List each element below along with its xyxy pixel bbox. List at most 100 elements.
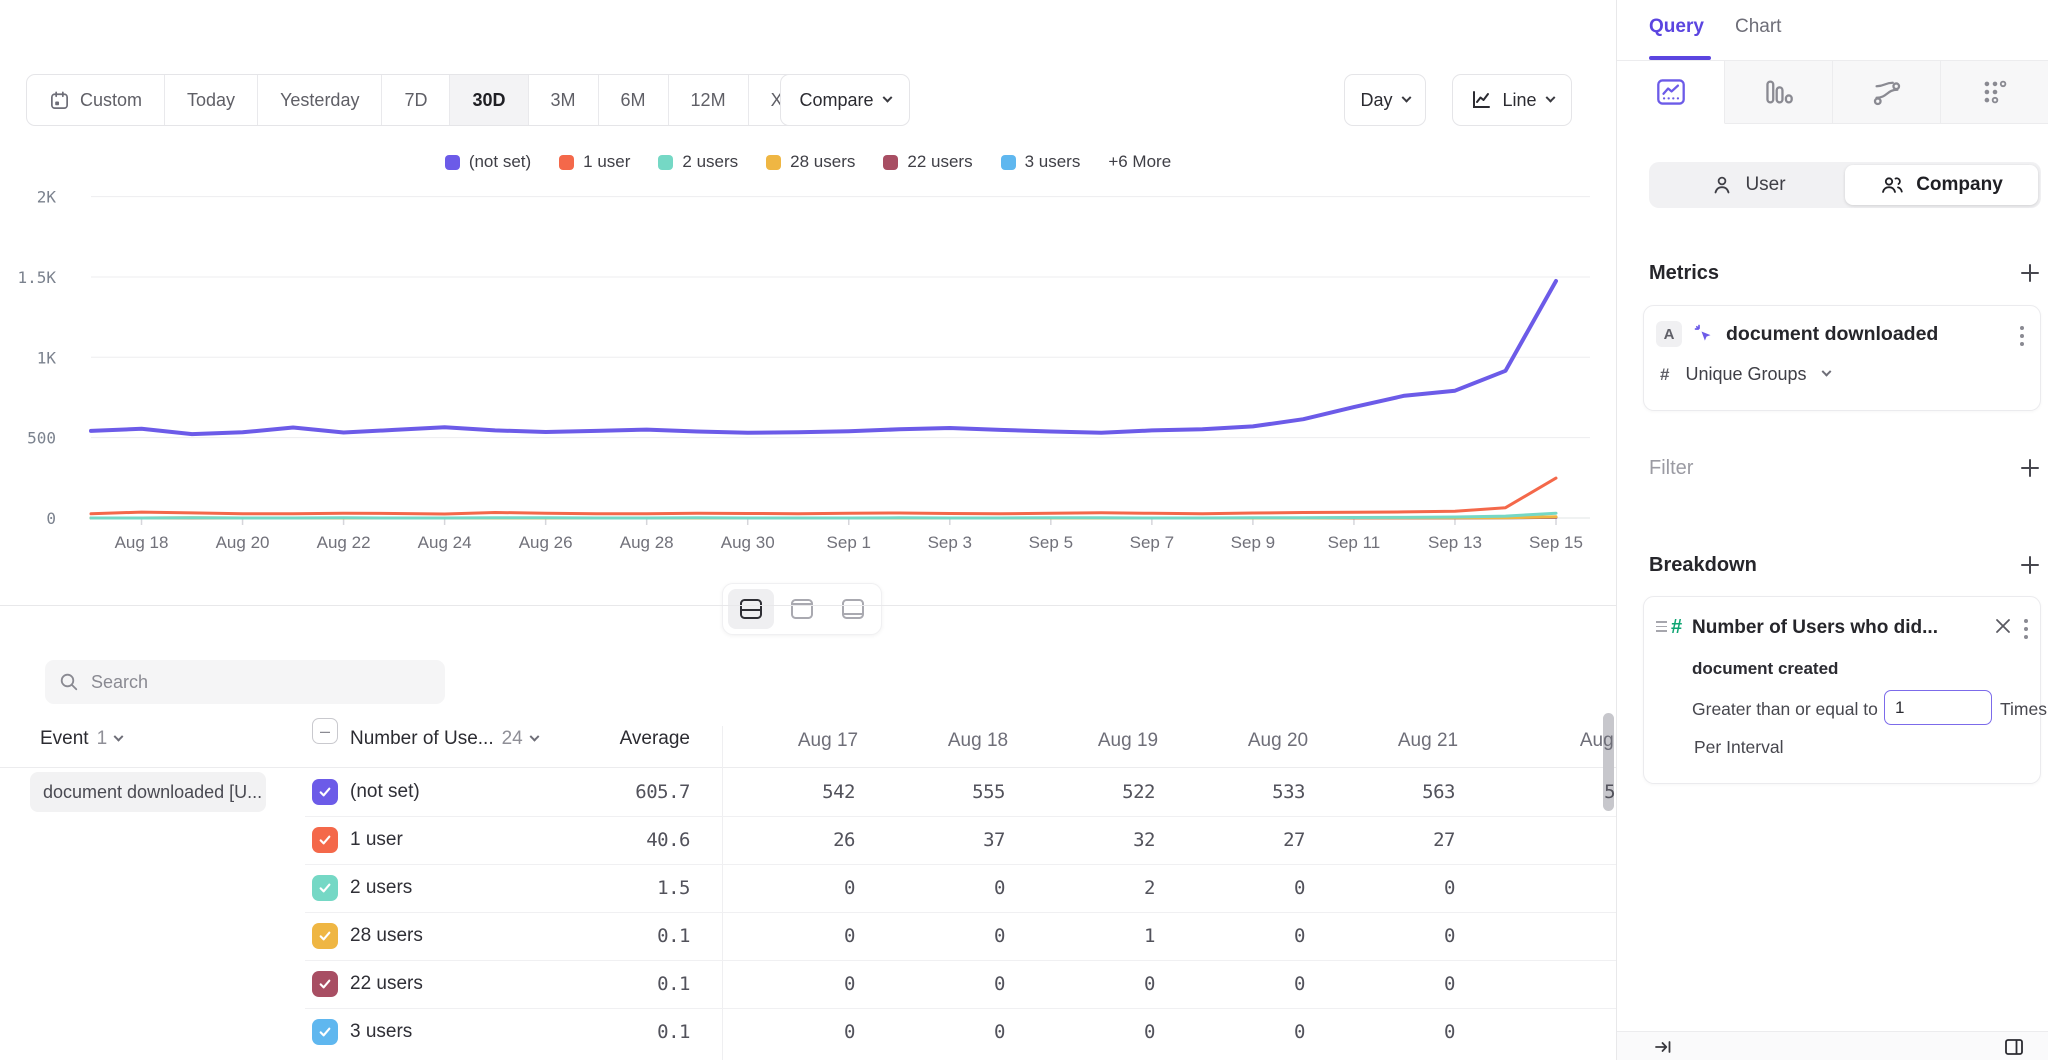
range-30d[interactable]: 30D	[450, 75, 528, 125]
range-yesterday[interactable]: Yesterday	[258, 75, 382, 125]
series-line	[91, 478, 1556, 514]
breakdown-event-name: document created	[1692, 659, 1838, 679]
group-column-header[interactable]: Number of Use... 24	[350, 728, 538, 750]
company-icon	[1880, 174, 1904, 196]
cell-value: 0	[855, 1021, 1005, 1043]
cell-value: 522	[1005, 781, 1155, 803]
series-label: 22 users	[350, 973, 423, 995]
add-metric-button[interactable]	[2017, 260, 2043, 286]
add-filter-button[interactable]	[2017, 455, 2043, 481]
series-label: 1 user	[350, 829, 403, 851]
search-input[interactable]	[91, 672, 431, 693]
tab-flow[interactable]	[1833, 61, 1941, 124]
cell-value: 0	[1305, 973, 1455, 995]
cell-value: 2	[1005, 877, 1155, 899]
chevron-down-icon	[882, 92, 892, 102]
event-column-header[interactable]: Event 1	[40, 728, 122, 750]
per-interval-label: Per Interval	[1694, 737, 1783, 758]
split-view-icon	[739, 598, 763, 620]
row-checkbox[interactable]	[312, 875, 338, 901]
breakdown-title: Number of Users who did...	[1692, 617, 1938, 639]
x-axis-label: Sep 5	[1029, 533, 1073, 552]
range-today[interactable]: Today	[165, 75, 258, 125]
cell-value: 555	[855, 781, 1005, 803]
drag-handle-icon[interactable]	[1656, 621, 1667, 632]
range-7d[interactable]: 7D	[382, 75, 450, 125]
toggle-company[interactable]: Company	[1845, 165, 2038, 205]
toggle-user-label: User	[1745, 174, 1785, 196]
series-label: 3 users	[350, 1021, 412, 1043]
table-row: (not set)605.7542555522533563532	[0, 768, 1616, 816]
add-breakdown-button[interactable]	[2017, 552, 2043, 578]
range-label: Custom	[80, 90, 142, 111]
cell-value: 0	[705, 877, 855, 899]
cell-value: 542	[705, 781, 855, 803]
cell-value: 32	[1005, 829, 1155, 851]
cell-value: 0	[1487, 877, 1616, 899]
metric-menu-button[interactable]	[2016, 322, 2028, 350]
cell-value: 0	[1005, 1021, 1155, 1043]
row-checkbox[interactable]	[312, 923, 338, 949]
range-custom[interactable]: Custom	[27, 75, 165, 125]
x-axis-label: Sep 15	[1529, 533, 1583, 552]
x-axis-label: Aug 28	[620, 533, 674, 552]
calendar-icon	[49, 90, 70, 111]
line-chart-box-icon	[1656, 78, 1686, 106]
layout-toggle-split-view[interactable]	[728, 589, 774, 629]
main-panel: CustomTodayYesterday7D30D3M6M12MXTD Comp…	[0, 0, 1616, 1060]
tab-dots-grid[interactable]	[1941, 61, 2048, 124]
range-label: 7D	[404, 90, 427, 111]
cell-value: 563	[1305, 781, 1455, 803]
hash-icon: #	[1660, 365, 1669, 385]
tab-query[interactable]: Query	[1649, 16, 1704, 38]
average-column-header: Average	[540, 728, 690, 750]
range-6m[interactable]: 6M	[599, 75, 669, 125]
cell-value: 0	[1305, 877, 1455, 899]
granularity-button[interactable]: Day	[1344, 74, 1426, 126]
column-header-date: Aug 17	[753, 730, 903, 752]
breakdown-card[interactable]: # Number of Users who did... document cr…	[1643, 596, 2041, 784]
breakdown-menu-button[interactable]	[2020, 615, 2032, 643]
condition-label: Greater than or equal to	[1692, 699, 1878, 720]
layout-toggle-bottom-view[interactable]	[830, 589, 876, 629]
toggle-user[interactable]: User	[1652, 165, 1845, 205]
average-value: 0.1	[540, 925, 690, 947]
range-label: 30D	[472, 90, 505, 111]
layout-toggle-top-view[interactable]	[779, 589, 825, 629]
x-axis-label: Aug 30	[721, 533, 775, 552]
row-checkbox[interactable]	[312, 827, 338, 853]
bottom-view-icon	[841, 598, 865, 620]
search-icon	[59, 672, 79, 692]
tab-chart[interactable]: Chart	[1735, 16, 1781, 38]
range-3m[interactable]: 3M	[529, 75, 599, 125]
y-axis-label: 0	[46, 509, 56, 528]
y-axis-label: 500	[27, 429, 56, 448]
column-header-date: Aug 21	[1353, 730, 1503, 752]
cell-value: 0	[705, 1021, 855, 1043]
row-divider	[305, 864, 1616, 865]
collapse-panel-icon[interactable]	[1653, 1037, 1673, 1060]
tab-bar-chart[interactable]	[1725, 61, 1833, 124]
row-checkbox[interactable]	[312, 1019, 338, 1045]
select-all-checkbox[interactable]: –	[312, 718, 338, 744]
compare-button[interactable]: Compare	[780, 74, 910, 126]
measure-selector[interactable]: # Unique Groups	[1660, 364, 1830, 385]
tab-line-chart[interactable]	[1617, 61, 1725, 124]
range-12m[interactable]: 12M	[669, 75, 749, 125]
row-checkbox[interactable]	[312, 971, 338, 997]
chevron-down-icon	[1821, 367, 1831, 377]
panel-layout-icon[interactable]	[2003, 1036, 2025, 1060]
condition-value-input[interactable]	[1884, 690, 1992, 725]
cell-value: 0	[1305, 1021, 1455, 1043]
cell-value: 28	[1487, 829, 1616, 851]
close-icon[interactable]	[1992, 615, 2014, 637]
row-checkbox[interactable]	[312, 779, 338, 805]
range-label: Yesterday	[280, 90, 359, 111]
range-label: 12M	[691, 90, 726, 111]
metric-card[interactable]: A document downloaded # Unique Groups	[1643, 305, 2041, 411]
cell-value: 0	[705, 925, 855, 947]
table-row: 2 users1.5002000	[0, 864, 1616, 912]
cell-value: 0	[1155, 973, 1305, 995]
chart-type-button[interactable]: Line	[1452, 74, 1572, 126]
section-divider	[0, 605, 1616, 606]
